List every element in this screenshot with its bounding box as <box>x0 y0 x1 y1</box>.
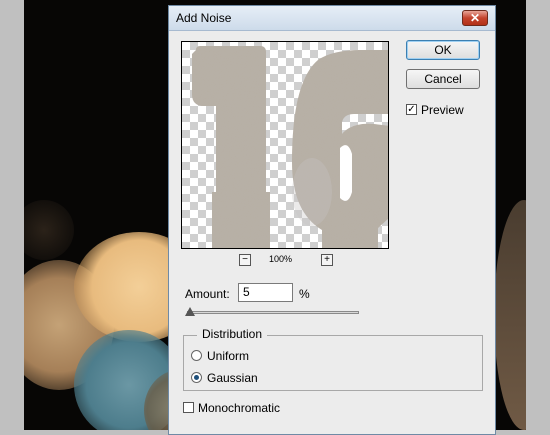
amount-unit: % <box>299 287 310 301</box>
uniform-radio[interactable] <box>191 350 202 361</box>
cancel-button[interactable]: Cancel <box>406 69 480 89</box>
preview-label[interactable]: Preview <box>421 103 464 117</box>
plus-icon: + <box>324 254 330 265</box>
dialog-titlebar[interactable]: Add Noise ✕ <box>169 6 495 31</box>
minus-icon: − <box>242 254 248 265</box>
amount-slider-track[interactable] <box>187 311 359 314</box>
ok-button[interactable]: OK <box>406 40 480 60</box>
monochromatic-checkbox[interactable] <box>183 402 194 413</box>
filter-preview[interactable] <box>181 41 389 249</box>
preview-artwork <box>192 46 388 248</box>
gaussian-radio[interactable] <box>191 372 202 383</box>
zoom-out-button[interactable]: − <box>239 254 251 266</box>
amount-label: Amount: <box>185 287 230 301</box>
close-icon: ✕ <box>469 11 481 25</box>
zoom-controls: − 100% + <box>239 254 339 268</box>
bokeh-light <box>24 200 74 260</box>
distribution-title: Distribution <box>197 327 268 341</box>
amount-slider-handle[interactable] <box>185 307 195 316</box>
zoom-in-button[interactable]: + <box>321 254 333 266</box>
bokeh-light <box>494 200 526 430</box>
zoom-level: 100% <box>269 254 293 264</box>
dialog-title: Add Noise <box>176 11 232 25</box>
gaussian-label[interactable]: Gaussian <box>207 371 258 385</box>
amount-input[interactable]: 5 <box>238 283 293 302</box>
preview-checkbox[interactable]: ✓ <box>406 104 417 115</box>
add-noise-dialog: Add Noise ✕ − 100% + OK Cancel ✓ Preview… <box>168 5 496 435</box>
uniform-label[interactable]: Uniform <box>207 349 249 363</box>
close-button[interactable]: ✕ <box>462 10 488 26</box>
monochromatic-label[interactable]: Monochromatic <box>198 401 280 415</box>
